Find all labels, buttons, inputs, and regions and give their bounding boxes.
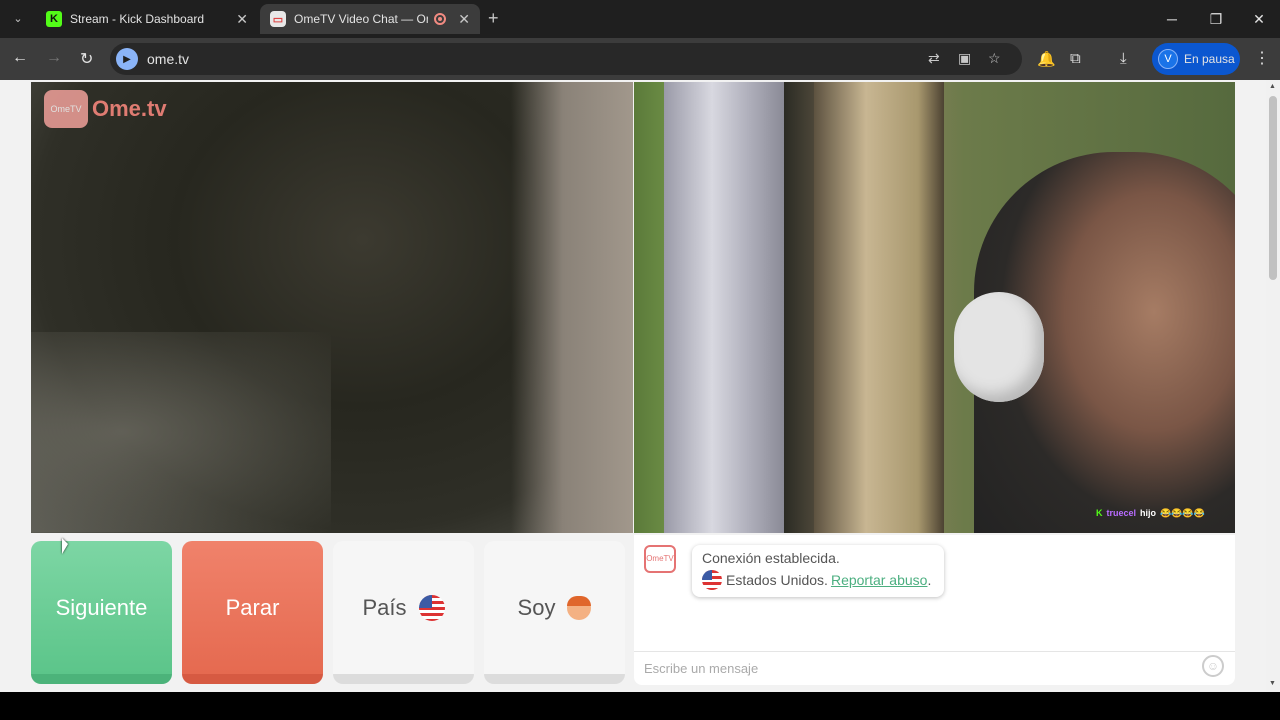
scroll-down-icon[interactable]: ▼ (1269, 680, 1276, 687)
extension-bell-icon[interactable]: 🔔 (1037, 50, 1056, 68)
recording-icon (434, 13, 447, 25)
profile-label: En pausa (1184, 52, 1235, 66)
stream-chat-overlay: K truecel hijo 😂😂😂😂 (1096, 508, 1205, 519)
chat-message: hijo (1140, 508, 1157, 518)
country-text: Estados Unidos. (726, 572, 828, 588)
local-video: Ome TV Ome.tv (31, 82, 633, 533)
star-icon[interactable]: ☆ (988, 50, 1001, 67)
gender-button[interactable]: Soy (484, 541, 625, 684)
menu-icon[interactable]: ⋮ (1254, 48, 1270, 68)
address-bar[interactable]: ▶ ome.tv ⇄ ▣ ☆ (110, 43, 1022, 75)
chat-username: truecel (1106, 508, 1137, 518)
close-tab-icon[interactable]: ✕ (458, 11, 470, 28)
new-tab-button[interactable]: + (488, 8, 499, 29)
us-flag-icon (418, 594, 445, 621)
connection-status: Conexión establecida. (702, 550, 840, 566)
ometv-tv-icon: Ome TV (644, 545, 676, 573)
kick-icon: K (46, 11, 62, 27)
boy-icon (567, 595, 592, 620)
scroll-thumb[interactable] (1269, 96, 1277, 280)
url-text: ome.tv (147, 51, 190, 67)
avatar: V (1158, 49, 1178, 69)
tab-ometv[interactable]: ▭ OmeTV Video Chat — Ome ✕ (260, 4, 480, 34)
tab-search-icon[interactable]: ⌄ (8, 8, 28, 28)
country-button[interactable]: País (333, 541, 474, 684)
next-button[interactable]: Siguiente (31, 541, 172, 684)
scroll-up-icon[interactable]: ▲ (1269, 83, 1276, 90)
scrollbar[interactable]: ▲ ▼ (1266, 80, 1280, 692)
tab-kick-dashboard[interactable]: K Stream - Kick Dashboard ✕ (36, 4, 258, 34)
chat-panel: Ome TV Conexión establecida. Estados Unid… (634, 535, 1235, 685)
kick-icon: K (1096, 508, 1103, 518)
page-content: Ome TV Ome.tv K truecel hijo 😂😂😂😂 Siguien… (0, 80, 1266, 692)
chat-emojis: 😂😂😂😂 (1160, 508, 1205, 518)
report-abuse-link[interactable]: Reportar abuso (831, 572, 928, 588)
download-icon[interactable]: ⤓ (1120, 50, 1127, 67)
stop-button[interactable]: Parar (182, 541, 323, 684)
us-flag-icon (702, 570, 722, 590)
tab-title: OmeTV Video Chat — Ome (294, 12, 429, 26)
forward-icon[interactable]: → (46, 49, 62, 67)
close-window-icon[interactable]: ✕ (1237, 0, 1280, 38)
message-input[interactable]: Escribe un mensaje (634, 651, 1235, 685)
minimize-icon[interactable]: ─ (1150, 0, 1194, 38)
ometv-logo[interactable]: Ome TV Ome.tv (44, 90, 167, 128)
install-icon[interactable]: ▣ (958, 50, 971, 67)
close-tab-icon[interactable]: ✕ (236, 11, 248, 28)
browser-toolbar: ← → ↻ ▶ ome.tv ⇄ ▣ ☆ 🔔 ⧉ ⤓ V En pausa ⋮ (0, 38, 1280, 80)
ometv-icon: ▭ (270, 11, 286, 27)
taskbar (0, 692, 1280, 720)
emoji-icon[interactable]: ☺ (1202, 655, 1224, 677)
mouse-cursor-icon (62, 538, 68, 554)
tab-strip: ⌄ K Stream - Kick Dashboard ✕ ▭ OmeTV Vi… (0, 0, 1280, 38)
remote-video: K truecel hijo 😂😂😂😂 (634, 82, 1235, 533)
tab-title: Stream - Kick Dashboard (70, 12, 205, 26)
back-icon[interactable]: ← (12, 49, 28, 67)
profile-button[interactable]: V En pausa (1152, 43, 1240, 75)
translate-icon[interactable]: ⇄ (928, 50, 940, 67)
system-message: Conexión establecida. Estados Unidos. Re… (692, 545, 944, 597)
restore-icon[interactable]: ❐ (1194, 0, 1238, 38)
tv-icon: Ome TV (44, 90, 88, 128)
extensions-icon[interactable]: ⧉ (1070, 50, 1081, 67)
camera-icon[interactable]: ▶ (116, 48, 138, 70)
reload-icon[interactable]: ↻ (80, 49, 93, 69)
logo-text: Ome.tv (92, 96, 167, 121)
